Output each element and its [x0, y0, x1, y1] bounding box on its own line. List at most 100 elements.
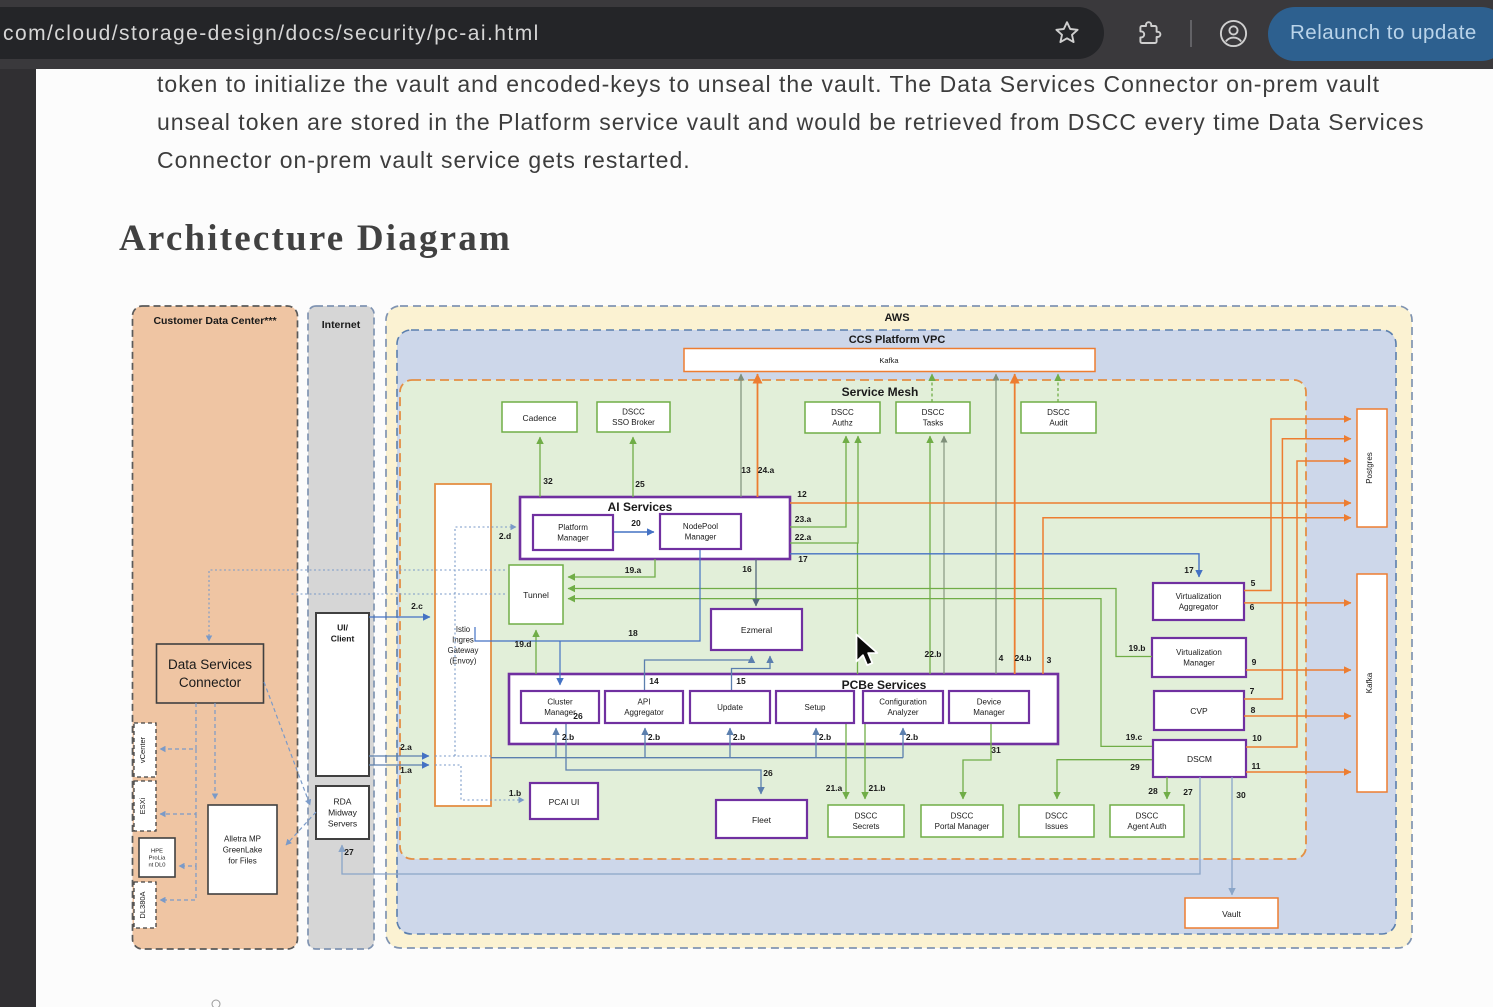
svg-text:Configuration: Configuration: [879, 698, 927, 707]
svg-text:Audit: Audit: [1049, 419, 1068, 428]
svg-text:Cadence: Cadence: [522, 413, 556, 423]
svg-text:7: 7: [1250, 686, 1255, 696]
svg-text:Authz: Authz: [832, 419, 852, 428]
svg-text:2.b: 2.b: [819, 732, 831, 742]
svg-text:19.c: 19.c: [1126, 732, 1143, 742]
svg-text:2.b: 2.b: [733, 732, 745, 742]
svg-text:API: API: [638, 698, 651, 707]
svg-text:2.b: 2.b: [648, 732, 660, 742]
svg-text:17: 17: [1184, 565, 1194, 575]
svg-text:Manager: Manager: [544, 708, 576, 717]
svg-text:DSCM: DSCM: [1187, 754, 1212, 764]
svg-text:DSCC: DSCC: [951, 812, 974, 821]
svg-text:26: 26: [763, 768, 773, 778]
svg-text:24.b: 24.b: [1014, 653, 1031, 663]
svg-text:NodePool: NodePool: [683, 522, 718, 531]
svg-text:19.a: 19.a: [625, 565, 642, 575]
svg-text:RDA: RDA: [334, 796, 352, 806]
svg-text:GreenLake: GreenLake: [223, 845, 263, 854]
svg-text:22.b: 22.b: [924, 649, 941, 659]
svg-text:for Files: for Files: [228, 856, 256, 865]
svg-text:15: 15: [736, 676, 746, 686]
svg-text:Device: Device: [977, 698, 1002, 707]
svg-text:10: 10: [1252, 733, 1262, 743]
svg-text:Ezmeral: Ezmeral: [741, 625, 772, 635]
svg-text:31: 31: [991, 745, 1001, 755]
svg-text:AWS: AWS: [884, 312, 909, 324]
svg-text:32: 32: [543, 476, 553, 486]
svg-text:21.b: 21.b: [868, 783, 885, 793]
svg-text:DSCC: DSCC: [1047, 408, 1070, 417]
svg-text:Connector: Connector: [179, 675, 242, 690]
svg-text:ProLia: ProLia: [149, 856, 167, 862]
svg-text:Virtualization: Virtualization: [1176, 592, 1222, 601]
svg-text:CCS Platform VPC: CCS Platform VPC: [849, 334, 946, 346]
svg-text:24.a: 24.a: [758, 465, 775, 475]
svg-text:Portal Manager: Portal Manager: [935, 822, 990, 831]
svg-text:Manager: Manager: [685, 533, 717, 542]
svg-text:Vault: Vault: [1222, 909, 1241, 919]
svg-text:14: 14: [649, 676, 659, 686]
svg-text:Istio: Istio: [456, 625, 471, 634]
svg-text:Analyzer: Analyzer: [887, 708, 918, 717]
svg-text:DSCC: DSCC: [922, 408, 945, 417]
svg-text:26: 26: [573, 711, 583, 721]
svg-text:27: 27: [1183, 787, 1193, 797]
svg-text:1.b: 1.b: [509, 788, 521, 798]
svg-text:17: 17: [798, 554, 808, 564]
svg-text:Gateway: Gateway: [448, 646, 479, 655]
svg-text:20: 20: [631, 518, 641, 528]
svg-text:ESXi: ESXi: [138, 797, 147, 814]
svg-text:23.a: 23.a: [795, 514, 812, 524]
svg-text:Secrets: Secrets: [852, 822, 879, 831]
svg-text:9: 9: [1252, 657, 1257, 667]
svg-text:Midway: Midway: [328, 807, 358, 817]
svg-text:Postgres: Postgres: [1365, 452, 1374, 484]
svg-text:Servers: Servers: [328, 818, 357, 828]
svg-text:DL380A: DL380A: [138, 891, 147, 918]
svg-text:13: 13: [741, 465, 751, 475]
svg-text:2.d: 2.d: [499, 531, 511, 541]
svg-text:Aggregator: Aggregator: [1179, 603, 1219, 612]
svg-text:6: 6: [1250, 602, 1255, 612]
svg-text:Manager: Manager: [973, 708, 1005, 717]
svg-text:Customer Data Center***: Customer Data Center***: [153, 315, 277, 327]
svg-text:Data Services: Data Services: [168, 657, 252, 672]
svg-text:2.b: 2.b: [906, 732, 918, 742]
svg-text:DSCC: DSCC: [622, 408, 645, 417]
svg-text:AI Services: AI Services: [608, 500, 673, 514]
svg-text:27: 27: [344, 847, 354, 857]
svg-text:19.b: 19.b: [1128, 643, 1145, 653]
svg-text:DSCC: DSCC: [831, 408, 854, 417]
svg-text:PCAI UI: PCAI UI: [549, 797, 580, 807]
svg-text:8: 8: [1251, 705, 1256, 715]
svg-text:22.a: 22.a: [795, 532, 812, 542]
svg-text:(Envoy): (Envoy): [450, 656, 477, 665]
svg-text:4: 4: [999, 653, 1004, 663]
svg-text:12: 12: [797, 489, 807, 499]
svg-text:3: 3: [1047, 655, 1052, 665]
svg-text:Platform: Platform: [558, 523, 588, 532]
svg-text:Client: Client: [331, 633, 355, 643]
svg-text:25: 25: [635, 479, 645, 489]
svg-text:DSCC: DSCC: [1136, 812, 1159, 821]
svg-text:vCenter: vCenter: [138, 736, 147, 763]
svg-text:21.a: 21.a: [826, 783, 843, 793]
svg-text:SSO Broker: SSO Broker: [612, 418, 655, 427]
svg-text:Kafka: Kafka: [879, 356, 899, 365]
svg-text:Setup: Setup: [805, 703, 826, 712]
svg-text:Service Mesh: Service Mesh: [842, 385, 919, 399]
svg-text:Internet: Internet: [322, 319, 361, 331]
svg-text:2.b: 2.b: [562, 732, 574, 742]
svg-text:UI/: UI/: [337, 622, 349, 632]
svg-text:30: 30: [1236, 790, 1246, 800]
svg-text:29: 29: [1130, 762, 1140, 772]
svg-text:Aggregator: Aggregator: [624, 708, 664, 717]
svg-text:19.d: 19.d: [514, 639, 531, 649]
svg-text:1.a: 1.a: [400, 765, 412, 775]
svg-text:Manager: Manager: [557, 534, 589, 543]
svg-text:18: 18: [628, 628, 638, 638]
svg-text:Update: Update: [717, 703, 743, 712]
svg-text:DSCC: DSCC: [855, 812, 878, 821]
svg-text:Tasks: Tasks: [923, 419, 943, 428]
